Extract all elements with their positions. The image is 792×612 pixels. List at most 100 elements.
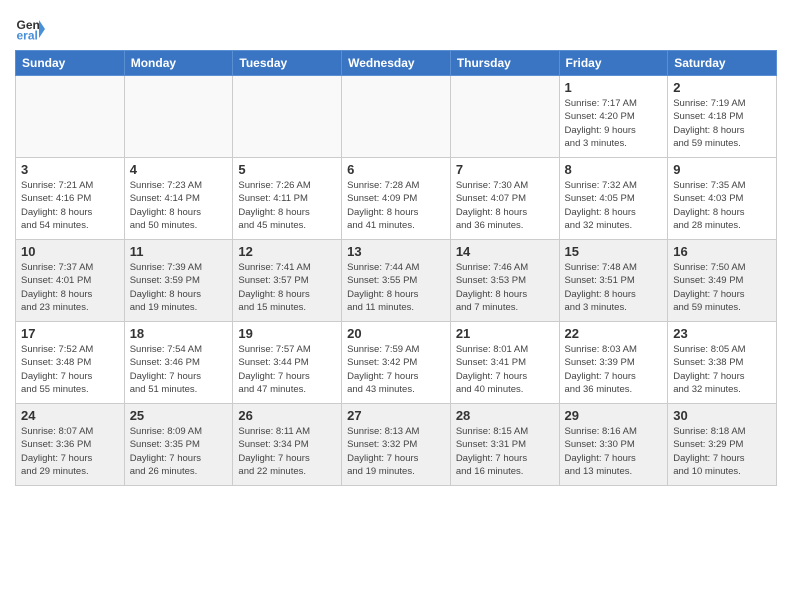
day-info: Sunrise: 7:17 AM Sunset: 4:20 PM Dayligh… [565, 97, 663, 150]
week-row-0: 1 Sunrise: 7:17 AM Sunset: 4:20 PM Daylig… [16, 76, 777, 158]
calendar-cell: 4 Sunrise: 7:23 AM Sunset: 4:14 PM Daylig… [124, 158, 233, 240]
calendar-cell [16, 76, 125, 158]
day-info: Sunrise: 7:48 AM Sunset: 3:51 PM Dayligh… [565, 261, 663, 314]
weekday-header-monday: Monday [124, 51, 233, 76]
week-row-1: 3 Sunrise: 7:21 AM Sunset: 4:16 PM Daylig… [16, 158, 777, 240]
day-number: 2 [673, 80, 771, 95]
week-row-3: 17 Sunrise: 7:52 AM Sunset: 3:48 PM Dayli… [16, 322, 777, 404]
day-info: Sunrise: 8:13 AM Sunset: 3:32 PM Dayligh… [347, 425, 445, 478]
day-number: 21 [456, 326, 554, 341]
day-number: 28 [456, 408, 554, 423]
day-info: Sunrise: 8:09 AM Sunset: 3:35 PM Dayligh… [130, 425, 228, 478]
day-info: Sunrise: 8:01 AM Sunset: 3:41 PM Dayligh… [456, 343, 554, 396]
day-number: 3 [21, 162, 119, 177]
day-info: Sunrise: 7:54 AM Sunset: 3:46 PM Dayligh… [130, 343, 228, 396]
day-info: Sunrise: 8:03 AM Sunset: 3:39 PM Dayligh… [565, 343, 663, 396]
day-info: Sunrise: 8:15 AM Sunset: 3:31 PM Dayligh… [456, 425, 554, 478]
calendar-cell: 13 Sunrise: 7:44 AM Sunset: 3:55 PM Dayli… [342, 240, 451, 322]
weekday-header-friday: Friday [559, 51, 668, 76]
calendar-cell: 11 Sunrise: 7:39 AM Sunset: 3:59 PM Dayli… [124, 240, 233, 322]
day-number: 11 [130, 244, 228, 259]
day-info: Sunrise: 7:30 AM Sunset: 4:07 PM Dayligh… [456, 179, 554, 232]
logo: Gen eral [15, 14, 49, 44]
day-number: 13 [347, 244, 445, 259]
logo-icon: Gen eral [15, 14, 45, 44]
day-number: 27 [347, 408, 445, 423]
calendar-cell: 12 Sunrise: 7:41 AM Sunset: 3:57 PM Dayli… [233, 240, 342, 322]
day-number: 30 [673, 408, 771, 423]
week-row-2: 10Sunrise: 7:37 AM Sunset: 4:01 PM Dayli… [16, 240, 777, 322]
calendar-cell [124, 76, 233, 158]
calendar-cell: 9 Sunrise: 7:35 AM Sunset: 4:03 PM Daylig… [668, 158, 777, 240]
day-info: Sunrise: 8:07 AM Sunset: 3:36 PM Dayligh… [21, 425, 119, 478]
day-number: 15 [565, 244, 663, 259]
day-number: 18 [130, 326, 228, 341]
day-info: Sunrise: 7:44 AM Sunset: 3:55 PM Dayligh… [347, 261, 445, 314]
day-number: 8 [565, 162, 663, 177]
calendar-cell: 29Sunrise: 8:16 AM Sunset: 3:30 PM Dayli… [559, 404, 668, 486]
weekday-header-row: SundayMondayTuesdayWednesdayThursdayFrid… [16, 51, 777, 76]
calendar-cell: 16 Sunrise: 7:50 AM Sunset: 3:49 PM Dayli… [668, 240, 777, 322]
calendar-cell: 20 Sunrise: 7:59 AM Sunset: 3:42 PM Dayli… [342, 322, 451, 404]
calendar-cell: 6 Sunrise: 7:28 AM Sunset: 4:09 PM Daylig… [342, 158, 451, 240]
calendar-cell: 17 Sunrise: 7:52 AM Sunset: 3:48 PM Dayli… [16, 322, 125, 404]
calendar-cell: 30 Sunrise: 8:18 AM Sunset: 3:29 PM Dayli… [668, 404, 777, 486]
day-number: 25 [130, 408, 228, 423]
calendar-cell: 24 Sunrise: 8:07 AM Sunset: 3:36 PM Dayli… [16, 404, 125, 486]
calendar-cell [342, 76, 451, 158]
day-info: Sunrise: 7:52 AM Sunset: 3:48 PM Dayligh… [21, 343, 119, 396]
weekday-header-wednesday: Wednesday [342, 51, 451, 76]
day-info: Sunrise: 7:41 AM Sunset: 3:57 PM Dayligh… [238, 261, 336, 314]
day-info: Sunrise: 7:50 AM Sunset: 3:49 PM Dayligh… [673, 261, 771, 314]
weekday-header-tuesday: Tuesday [233, 51, 342, 76]
calendar-cell: 5Sunrise: 7:26 AM Sunset: 4:11 PM Daylig… [233, 158, 342, 240]
weekday-header-thursday: Thursday [450, 51, 559, 76]
day-info: Sunrise: 7:35 AM Sunset: 4:03 PM Dayligh… [673, 179, 771, 232]
header: Gen eral [15, 10, 777, 44]
calendar-cell: 2 Sunrise: 7:19 AM Sunset: 4:18 PM Daylig… [668, 76, 777, 158]
day-info: Sunrise: 8:18 AM Sunset: 3:29 PM Dayligh… [673, 425, 771, 478]
day-info: Sunrise: 8:05 AM Sunset: 3:38 PM Dayligh… [673, 343, 771, 396]
day-number: 1 [565, 80, 663, 95]
day-info: Sunrise: 7:39 AM Sunset: 3:59 PM Dayligh… [130, 261, 228, 314]
calendar-cell: 28 Sunrise: 8:15 AM Sunset: 3:31 PM Dayli… [450, 404, 559, 486]
day-number: 16 [673, 244, 771, 259]
day-number: 20 [347, 326, 445, 341]
day-number: 19 [238, 326, 336, 341]
calendar-cell: 25 Sunrise: 8:09 AM Sunset: 3:35 PM Dayli… [124, 404, 233, 486]
day-info: Sunrise: 7:21 AM Sunset: 4:16 PM Dayligh… [21, 179, 119, 232]
week-row-4: 24 Sunrise: 8:07 AM Sunset: 3:36 PM Dayli… [16, 404, 777, 486]
calendar-cell: 19Sunrise: 7:57 AM Sunset: 3:44 PM Dayli… [233, 322, 342, 404]
calendar-cell: 22Sunrise: 8:03 AM Sunset: 3:39 PM Dayli… [559, 322, 668, 404]
day-number: 24 [21, 408, 119, 423]
calendar-cell: 14Sunrise: 7:46 AM Sunset: 3:53 PM Dayli… [450, 240, 559, 322]
weekday-header-sunday: Sunday [16, 51, 125, 76]
day-info: Sunrise: 7:37 AM Sunset: 4:01 PM Dayligh… [21, 261, 119, 314]
day-info: Sunrise: 8:11 AM Sunset: 3:34 PM Dayligh… [238, 425, 336, 478]
calendar-cell: 8Sunrise: 7:32 AM Sunset: 4:05 PM Daylig… [559, 158, 668, 240]
calendar-cell: 26 Sunrise: 8:11 AM Sunset: 3:34 PM Dayli… [233, 404, 342, 486]
day-info: Sunrise: 7:28 AM Sunset: 4:09 PM Dayligh… [347, 179, 445, 232]
day-info: Sunrise: 7:23 AM Sunset: 4:14 PM Dayligh… [130, 179, 228, 232]
day-number: 5 [238, 162, 336, 177]
day-number: 17 [21, 326, 119, 341]
day-info: Sunrise: 7:19 AM Sunset: 4:18 PM Dayligh… [673, 97, 771, 150]
day-number: 23 [673, 326, 771, 341]
day-number: 12 [238, 244, 336, 259]
calendar-table: SundayMondayTuesdayWednesdayThursdayFrid… [15, 50, 777, 486]
day-number: 29 [565, 408, 663, 423]
day-info: Sunrise: 7:59 AM Sunset: 3:42 PM Dayligh… [347, 343, 445, 396]
calendar-cell: 3 Sunrise: 7:21 AM Sunset: 4:16 PM Daylig… [16, 158, 125, 240]
calendar-cell: 18 Sunrise: 7:54 AM Sunset: 3:46 PM Dayli… [124, 322, 233, 404]
calendar-cell [450, 76, 559, 158]
page-container: Gen eral SundayMondayTuesdayWednesdayThu… [0, 0, 792, 496]
calendar-cell: 15 Sunrise: 7:48 AM Sunset: 3:51 PM Dayli… [559, 240, 668, 322]
day-number: 4 [130, 162, 228, 177]
day-number: 6 [347, 162, 445, 177]
calendar-cell: 7Sunrise: 7:30 AM Sunset: 4:07 PM Daylig… [450, 158, 559, 240]
day-number: 26 [238, 408, 336, 423]
calendar-cell: 21 Sunrise: 8:01 AM Sunset: 3:41 PM Dayli… [450, 322, 559, 404]
day-number: 9 [673, 162, 771, 177]
calendar-cell [233, 76, 342, 158]
day-info: Sunrise: 7:46 AM Sunset: 3:53 PM Dayligh… [456, 261, 554, 314]
